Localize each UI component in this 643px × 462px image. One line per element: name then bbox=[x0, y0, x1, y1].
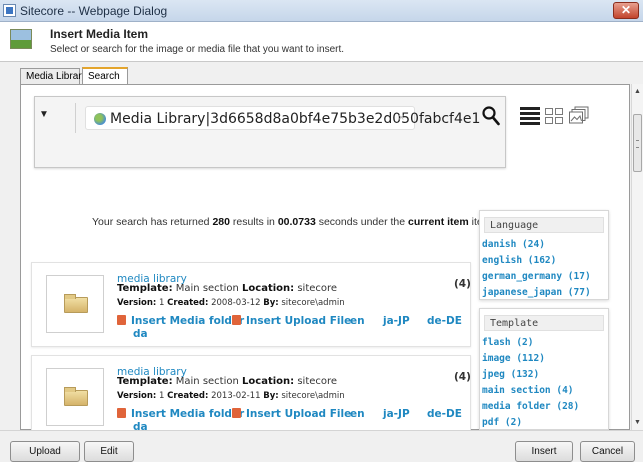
language-link-ja-jp[interactable]: ja-JP bbox=[383, 408, 410, 420]
upload-button[interactable]: Upload bbox=[10, 441, 80, 462]
facet-item-japanese-japan[interactable]: japanese_japan (77) bbox=[482, 285, 606, 301]
edit-button[interactable]: Edit bbox=[84, 441, 134, 462]
grid-view-icon[interactable] bbox=[544, 106, 564, 124]
search-result-card[interactable]: media library Template: Main section Loc… bbox=[31, 355, 471, 440]
result-meta-line: Version: 1 Created: 2013-02-11 By: sitec… bbox=[117, 391, 345, 401]
media-folder-icon bbox=[117, 315, 126, 325]
facet-item-english[interactable]: english (162) bbox=[482, 253, 606, 269]
insert-button[interactable]: Insert bbox=[515, 441, 573, 462]
language-link-de-de[interactable]: de-DE bbox=[427, 408, 462, 420]
image-view-icon[interactable] bbox=[569, 106, 589, 124]
dialog-title: Insert Media Item bbox=[50, 27, 149, 41]
result-template-line: Template: Main section Location: sitecor… bbox=[117, 376, 338, 387]
language-facet: Language danish (24) english (162) germa… bbox=[479, 210, 609, 300]
result-thumbnail[interactable] bbox=[46, 275, 104, 333]
language-facet-list: danish (24) english (162) german_germany… bbox=[480, 237, 608, 301]
facet-item-main-section[interactable]: main section (4) bbox=[482, 383, 606, 399]
language-link-en[interactable]: en bbox=[350, 408, 365, 420]
language-link-ja-jp[interactable]: ja-JP bbox=[383, 315, 410, 327]
scroll-thumb[interactable] bbox=[633, 114, 642, 172]
dialog-subtitle: Select or search for the image or media … bbox=[50, 44, 345, 55]
upload-file-icon bbox=[232, 315, 241, 325]
insert-media-folder-link[interactable]: Insert Media folder bbox=[117, 408, 244, 420]
window-title: Sitecore -- Webpage Dialog bbox=[20, 4, 168, 18]
result-scope: current item bbox=[408, 216, 469, 228]
result-meta-line: Version: 1 Created: 2008-03-12 By: sitec… bbox=[117, 298, 345, 308]
media-folder-icon bbox=[117, 408, 126, 418]
search-result-card[interactable]: media library Template: Main section Loc… bbox=[31, 262, 471, 347]
template-facet-list: flash (2) image (112) jpeg (132) main se… bbox=[480, 335, 608, 431]
dialog-footer: Upload Edit Insert Cancel bbox=[0, 430, 643, 462]
insert-upload-file-link[interactable]: Insert Upload File bbox=[232, 315, 351, 327]
globe-icon bbox=[94, 113, 106, 125]
list-view-icon[interactable] bbox=[520, 106, 540, 125]
cancel-button[interactable]: Cancel bbox=[580, 441, 635, 462]
scroll-down-icon[interactable]: ▼ bbox=[632, 417, 643, 428]
result-summary: Your search has returned 280 results in … bbox=[92, 216, 491, 228]
image-icon bbox=[10, 29, 32, 49]
title-bar: Sitecore -- Webpage Dialog ✕ bbox=[0, 0, 643, 22]
facet-item-german-germany[interactable]: german_germany (17) bbox=[482, 269, 606, 285]
facet-item-danish[interactable]: danish (24) bbox=[482, 237, 606, 253]
result-count: 280 bbox=[212, 216, 230, 228]
language-facet-heading: Language bbox=[484, 217, 604, 233]
scroll-up-icon[interactable]: ▲ bbox=[632, 86, 643, 97]
insert-media-folder-link[interactable]: Insert Media folder bbox=[117, 315, 244, 327]
language-link-da[interactable]: da bbox=[133, 328, 148, 340]
language-link-de-de[interactable]: de-DE bbox=[427, 315, 462, 327]
search-icon[interactable] bbox=[482, 106, 500, 126]
result-template-line: Template: Main section Location: sitecor… bbox=[117, 283, 338, 294]
facet-item-jpeg[interactable]: jpeg (132) bbox=[482, 367, 606, 383]
close-button[interactable]: ✕ bbox=[613, 2, 639, 19]
template-facet-heading: Template bbox=[484, 315, 604, 331]
facet-item-media-folder[interactable]: media folder (28) bbox=[482, 399, 606, 415]
search-chip-text: Media Library|3d6658d8a0bf4e75b3e2d050fa… bbox=[110, 111, 481, 127]
folder-icon bbox=[64, 387, 88, 406]
tab-media-library[interactable]: Media Library bbox=[20, 68, 87, 85]
search-filter-chip[interactable]: Media Library|3d6658d8a0bf4e75b3e2d050fa… bbox=[85, 106, 480, 130]
result-child-count: (4) bbox=[454, 278, 471, 290]
facet-item-flash[interactable]: flash (2) bbox=[482, 335, 606, 351]
facet-item-pdf[interactable]: pdf (2) bbox=[482, 415, 606, 431]
result-thumbnail[interactable] bbox=[46, 368, 104, 426]
template-facet: Template flash (2) image (112) jpeg (132… bbox=[479, 308, 609, 430]
result-time: 00.0733 bbox=[277, 216, 316, 228]
dialog-header: Insert Media Item Select or search for t… bbox=[0, 22, 643, 62]
upload-file-icon bbox=[232, 408, 241, 418]
folder-icon bbox=[64, 294, 88, 313]
chip-remove-icon[interactable]: × bbox=[398, 112, 404, 124]
vertical-scrollbar[interactable]: ▲ ▼ bbox=[631, 84, 643, 430]
search-box[interactable]: ▼ Media Library|3d6658d8a0bf4e75b3e2d050… bbox=[34, 96, 506, 168]
search-dropdown-icon[interactable]: ▼ bbox=[39, 109, 49, 120]
app-icon bbox=[3, 4, 16, 17]
tab-search[interactable]: Search bbox=[82, 67, 128, 85]
insert-upload-file-link[interactable]: Insert Upload File bbox=[232, 408, 351, 420]
language-link-en[interactable]: en bbox=[350, 315, 365, 327]
search-divider bbox=[75, 103, 76, 133]
facet-item-image[interactable]: image (112) bbox=[482, 351, 606, 367]
result-child-count: (4) bbox=[454, 371, 471, 383]
